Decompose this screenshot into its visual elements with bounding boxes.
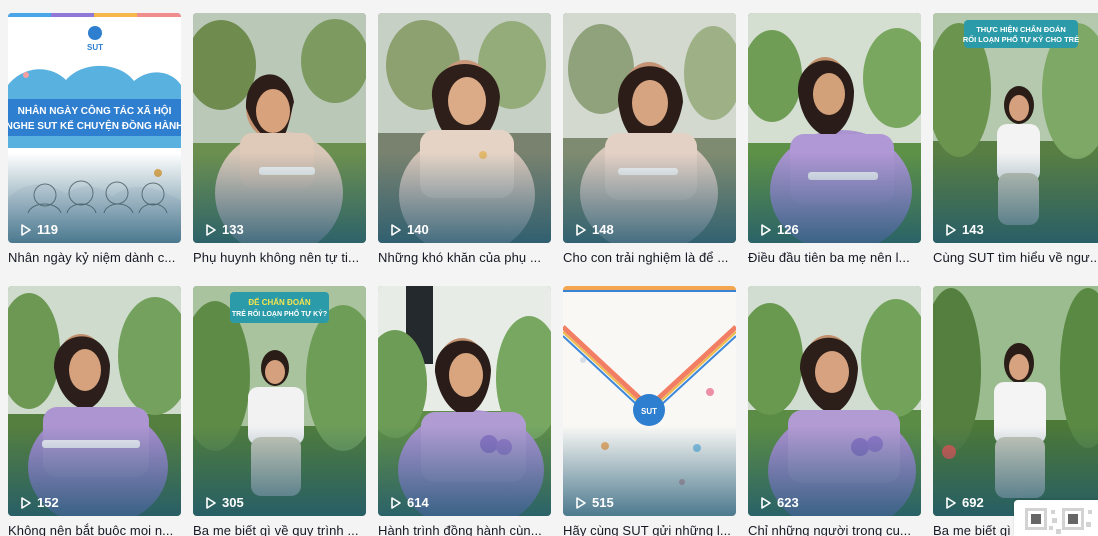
play-icon: [575, 223, 587, 236]
video-caption[interactable]: Chỉ những người trong cu...: [748, 523, 921, 536]
video-card[interactable]: 126 Điều đầu tiên ba mẹ nên l...: [748, 13, 921, 270]
view-count: 692: [962, 495, 984, 510]
view-count-badge: 133: [205, 223, 244, 236]
video-thumbnail[interactable]: SUT 515: [563, 286, 736, 516]
thumbnail-video-frame: [8, 286, 181, 516]
brand-logo-text: SUT: [87, 43, 103, 52]
play-icon: [760, 496, 772, 509]
video-caption[interactable]: Nhân ngày kỷ niệm dành c...: [8, 250, 181, 266]
thumbnail-video-frame: ĐỂ CHẨN ĐOÁN TRẺ RỐI LOẠN PHỔ TỰ KỶ?: [193, 286, 366, 516]
view-count: 119: [37, 222, 58, 237]
view-count-badge: 152: [20, 496, 59, 509]
video-card[interactable]: SUT 515 Hãy cùng SUT gửi những l...: [563, 286, 736, 536]
play-icon: [390, 223, 402, 236]
video-grid-page: SUT NHÂN NGÀY CÔNG TÁC XÃ HỘI NGHE SUT K…: [0, 0, 1098, 536]
play-icon: [205, 223, 217, 236]
view-count-badge: 140: [390, 223, 429, 236]
video-thumbnail[interactable]: ĐỂ CHẨN ĐOÁN TRẺ RỐI LOẠN PHỔ TỰ KỶ? 305: [193, 286, 366, 516]
video-card[interactable]: ĐỂ CHẨN ĐOÁN TRẺ RỐI LOẠN PHỔ TỰ KỶ? 305: [193, 286, 366, 536]
play-icon: [20, 496, 32, 509]
view-count: 140: [407, 222, 429, 237]
view-count: 126: [777, 222, 799, 237]
video-caption[interactable]: Phụ huynh không nên tự ti...: [193, 250, 366, 266]
video-card[interactable]: 623 Chỉ những người trong cu...: [748, 286, 921, 536]
thumbnail-illustration: SUT NHÂN NGÀY CÔNG TÁC XÃ HỘI NGHE SUT K…: [8, 13, 181, 243]
play-icon: [205, 496, 217, 509]
thumbnail-headline-line1: ĐỂ CHẨN ĐOÁN: [248, 298, 310, 307]
video-card[interactable]: 140 Những khó khăn của phụ ...: [378, 13, 551, 270]
view-count-badge: 614: [390, 496, 429, 509]
video-caption[interactable]: Ba mẹ biết gì về quy trình ...: [193, 523, 366, 536]
video-caption[interactable]: Hãy cùng SUT gửi những l...: [563, 523, 736, 536]
view-count-badge: 692: [945, 496, 984, 509]
video-card[interactable]: SUT NHÂN NGÀY CÔNG TÁC XÃ HỘI NGHE SUT K…: [8, 13, 181, 270]
video-card[interactable]: 692 Ba mẹ biết gì: [933, 286, 1098, 536]
play-icon: [575, 496, 587, 509]
thumbnail-illustration: SUT: [563, 286, 736, 516]
video-caption[interactable]: Điều đầu tiên ba mẹ nên l...: [748, 250, 921, 266]
play-icon: [760, 223, 772, 236]
thumbnail-video-frame: [193, 13, 366, 243]
play-icon: [945, 223, 957, 236]
thumbnail-video-frame: THỰC HIỆN CHẨN ĐOÁN RỐI LOẠN PHỔ TỰ KỶ C…: [933, 13, 1098, 243]
view-count-badge: 515: [575, 496, 614, 509]
thumbnail-headline-line2: RỐI LOẠN PHỔ TỰ KỶ CHO TRẺ: [963, 34, 1079, 44]
video-thumbnail[interactable]: 126: [748, 13, 921, 243]
thumbnail-headline-line1: NHÂN NGÀY CÔNG TÁC XÃ HỘI: [18, 104, 172, 117]
video-caption[interactable]: Cùng SUT tìm hiểu về ngư...: [933, 250, 1098, 266]
video-card[interactable]: THỰC HIỆN CHẨN ĐOÁN RỐI LOẠN PHỔ TỰ KỶ C…: [933, 13, 1098, 270]
video-grid: SUT NHÂN NGÀY CÔNG TÁC XÃ HỘI NGHE SUT K…: [8, 13, 1098, 536]
video-thumbnail[interactable]: SUT NHÂN NGÀY CÔNG TÁC XÃ HỘI NGHE SUT K…: [8, 13, 181, 243]
view-count: 305: [222, 495, 244, 510]
video-thumbnail[interactable]: 133: [193, 13, 366, 243]
view-count: 133: [222, 222, 244, 237]
view-count: 152: [37, 495, 59, 510]
video-caption[interactable]: Những khó khăn của phụ ...: [378, 250, 551, 266]
thumbnail-video-frame: [748, 13, 921, 243]
video-thumbnail[interactable]: 692: [933, 286, 1098, 516]
view-count: 148: [592, 222, 614, 237]
video-caption[interactable]: Hành trình đồng hành cùn...: [378, 523, 551, 536]
video-thumbnail[interactable]: 614: [378, 286, 551, 516]
play-icon: [945, 496, 957, 509]
view-count: 143: [962, 222, 984, 237]
view-count-badge: 148: [575, 223, 614, 236]
view-count-badge: 143: [945, 223, 984, 236]
thumbnail-video-frame: [378, 286, 551, 516]
thumbnail-video-frame: [378, 13, 551, 243]
qr-code-icon: [1014, 500, 1098, 536]
view-count-badge: 305: [205, 496, 244, 509]
video-card[interactable]: 614 Hành trình đồng hành cùn...: [378, 286, 551, 536]
play-icon: [20, 223, 32, 236]
video-caption[interactable]: Cho con trải nghiệm là để ...: [563, 250, 736, 266]
view-count: 515: [592, 495, 614, 510]
video-thumbnail[interactable]: 152: [8, 286, 181, 516]
thumbnail-video-frame: [563, 13, 736, 243]
video-card[interactable]: 148 Cho con trải nghiệm là để ...: [563, 13, 736, 270]
video-caption[interactable]: Không nên bắt buộc mọi n...: [8, 523, 181, 536]
video-card[interactable]: 152 Không nên bắt buộc mọi n...: [8, 286, 181, 536]
thumbnail-headline-line2: NGHE SUT KỂ CHUYỆN ĐỒNG HÀNH: [8, 119, 181, 132]
video-thumbnail[interactable]: 623: [748, 286, 921, 516]
view-count-badge: 623: [760, 496, 799, 509]
brand-logo-text: SUT: [641, 407, 657, 416]
thumbnail-headline-line1: THỰC HIỆN CHẨN ĐOÁN: [976, 25, 1066, 34]
qr-code-widget[interactable]: [1014, 500, 1098, 536]
view-count-badge: 126: [760, 223, 799, 236]
play-icon: [390, 496, 402, 509]
thumbnail-video-frame: [933, 286, 1098, 516]
video-card[interactable]: 133 Phụ huynh không nên tự ti...: [193, 13, 366, 270]
video-thumbnail[interactable]: 148: [563, 13, 736, 243]
thumbnail-video-frame: [748, 286, 921, 516]
video-thumbnail[interactable]: 140: [378, 13, 551, 243]
view-count-badge: 119: [20, 223, 58, 236]
view-count: 623: [777, 495, 799, 510]
view-count: 614: [407, 495, 429, 510]
video-thumbnail[interactable]: THỰC HIỆN CHẨN ĐOÁN RỐI LOẠN PHỔ TỰ KỶ C…: [933, 13, 1098, 243]
